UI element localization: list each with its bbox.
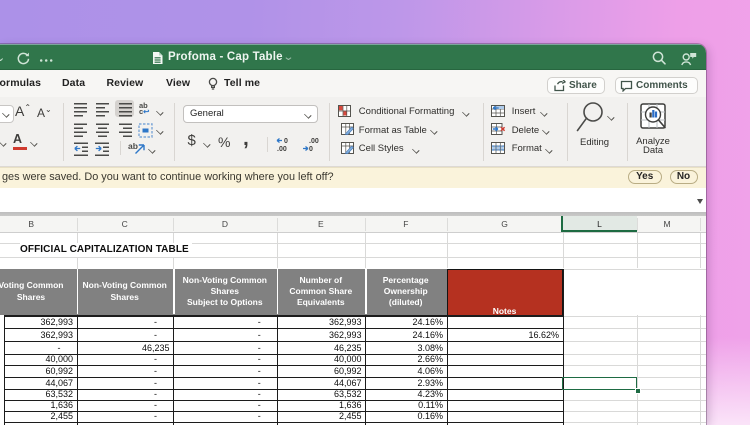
svg-text:0: 0 [309,146,313,153]
svg-text:.00: .00 [309,138,319,145]
svg-text:0: 0 [284,138,288,145]
svg-text:.00: .00 [277,146,287,153]
